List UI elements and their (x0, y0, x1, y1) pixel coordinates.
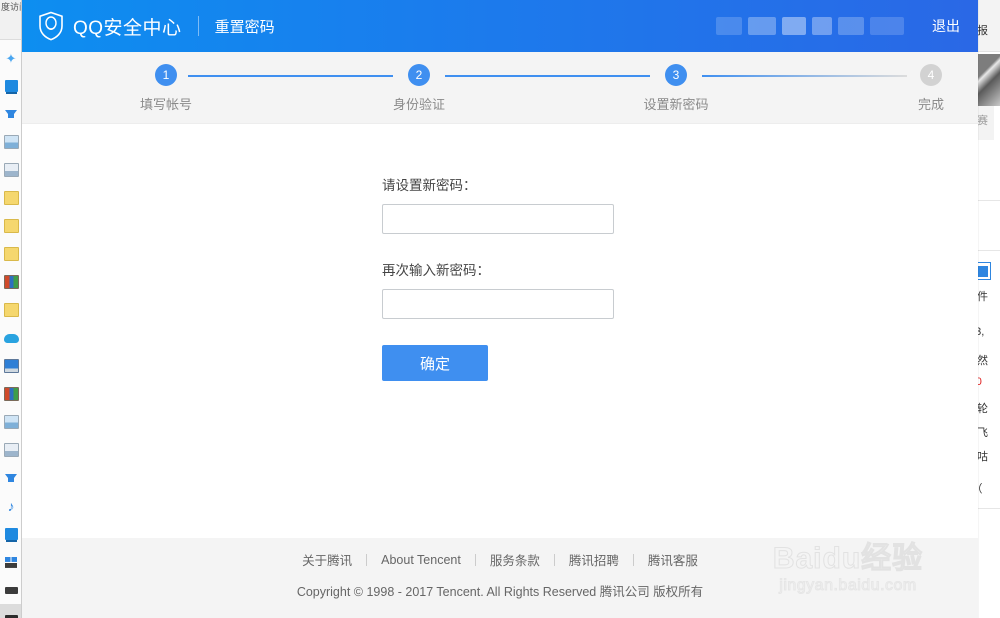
footer-link-careers[interactable]: 腾讯招聘 (555, 550, 633, 569)
confirm-password-label: 再次输入新密码： (382, 263, 490, 278)
step-label: 设置新密码 (643, 97, 709, 112)
footer-link-terms[interactable]: 服务条款 (476, 550, 554, 569)
cloud-icon[interactable] (0, 324, 21, 352)
qq-shield-logo-icon (39, 11, 63, 41)
mask-block (812, 17, 832, 35)
step-number: 2 (408, 64, 430, 86)
mask-block (782, 17, 806, 35)
star-icon[interactable]: ✦ (0, 44, 21, 72)
step-item-2[interactable]: 2 身份验证 (359, 64, 479, 113)
download-arrow-icon[interactable] (0, 100, 21, 128)
mask-block (870, 17, 904, 35)
masked-user-info (716, 17, 904, 35)
browser-bookmark-sidebar[interactable]: 度访问 ✦ ♪ (0, 0, 22, 618)
page-header: QQ安全中心 重置密码 退出 (22, 0, 978, 52)
confirm-password-input[interactable] (382, 289, 614, 319)
dark-bar-icon[interactable] (0, 576, 21, 604)
step-number: 4 (920, 64, 942, 86)
step-label: 身份验证 (392, 97, 445, 112)
folder-icon[interactable] (0, 240, 21, 268)
submit-button[interactable]: 确定 (382, 345, 488, 381)
screenshot-icon[interactable] (0, 156, 21, 184)
photo-icon[interactable] (0, 128, 21, 156)
footer-link-about-tencent-en[interactable]: About Tencent (367, 553, 475, 567)
folder-icon[interactable] (0, 212, 21, 240)
step-indicator: 1 填写帐号 2 身份验证 3 设置新密码 4 完成 (22, 52, 978, 124)
copyright-text: Copyright © 1998 - 2017 Tencent. All Rig… (296, 585, 704, 599)
step-item-4[interactable]: 4 完成 (871, 64, 978, 113)
reset-password-form-area: 请设置新密码： 再次输入新密码： 确定 (22, 124, 978, 536)
monitor-icon[interactable] (0, 352, 21, 380)
dark-bar-icon[interactable] (0, 604, 21, 618)
pixel-app-icon[interactable] (0, 380, 21, 408)
tiles-icon[interactable] (0, 548, 21, 576)
mask-block (716, 17, 742, 35)
folder-icon[interactable] (0, 296, 21, 324)
step-indicator-inner: 1 填写帐号 2 身份验证 3 设置新密码 4 完成 (70, 52, 944, 124)
brand-title: QQ安全中心 (73, 17, 182, 39)
step-number: 3 (665, 64, 687, 86)
screen-root: 度访问 ✦ ♪ (0, 0, 1000, 618)
mask-block (748, 17, 776, 35)
new-password-input[interactable] (382, 204, 614, 234)
footer-links: 关于腾讯 About Tencent 服务条款 腾讯招聘 腾讯客服 (22, 550, 978, 569)
footer-link-support[interactable]: 腾讯客服 (634, 550, 712, 569)
new-password-label: 请设置新密码： (382, 178, 477, 193)
photo-icon[interactable] (0, 408, 21, 436)
header-divider (197, 16, 199, 36)
qq-security-center-page: QQ安全中心 重置密码 退出 1 填写帐号 2 身份验证 3 设置新密码 4 完… (22, 0, 978, 618)
window-icon[interactable] (0, 72, 21, 100)
step-item-1[interactable]: 1 填写帐号 (106, 64, 226, 113)
step-label: 填写帐号 (139, 97, 192, 112)
reset-password-form: 请设置新密码： 再次输入新密码： 确定 (382, 174, 682, 381)
pixel-app-icon[interactable] (0, 268, 21, 296)
mask-block (838, 17, 864, 35)
logout-link[interactable]: 退出 (932, 16, 960, 36)
step-label: 完成 (917, 97, 944, 112)
page-title: 重置密码 (214, 18, 275, 36)
step-number: 1 (155, 64, 177, 86)
bookmark-icon-list[interactable]: ✦ ♪ (0, 44, 21, 618)
download-arrow-icon[interactable] (0, 464, 21, 492)
screenshot-icon[interactable] (0, 436, 21, 464)
folder-icon[interactable] (0, 184, 21, 212)
step-item-3[interactable]: 3 设置新密码 (616, 64, 736, 113)
bookmark-tab-label[interactable]: 度访问 (0, 0, 21, 40)
page-footer: 关于腾讯 About Tencent 服务条款 腾讯招聘 腾讯客服 Copyri… (22, 538, 978, 618)
field-spacer (382, 234, 682, 259)
footer-link-about-tencent-cn[interactable]: 关于腾讯 (288, 550, 366, 569)
music-note-icon[interactable]: ♪ (0, 492, 21, 520)
window-icon[interactable] (0, 520, 21, 548)
